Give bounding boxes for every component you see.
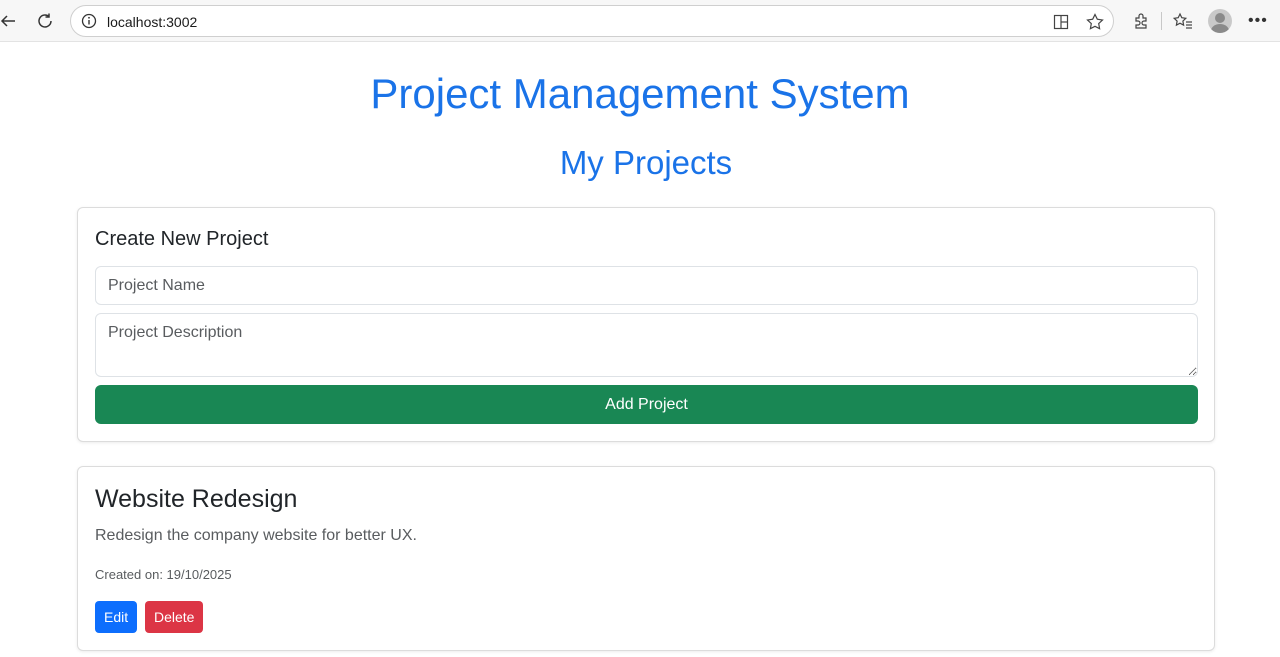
- address-url[interactable]: localhost:3002: [107, 14, 197, 30]
- address-bar[interactable]: localhost:3002: [70, 5, 1114, 37]
- project-card: Website Redesign Redesign the company we…: [77, 466, 1215, 651]
- project-description-input[interactable]: [95, 313, 1198, 377]
- toolbar-divider: [1161, 12, 1162, 30]
- create-project-heading: Create New Project: [95, 228, 269, 250]
- project-created-date: Created on: 19/10/2025: [95, 567, 232, 582]
- info-icon[interactable]: [81, 13, 97, 29]
- extensions-icon[interactable]: [1130, 10, 1152, 32]
- reload-icon[interactable]: [33, 9, 57, 33]
- favorite-icon[interactable]: [1085, 12, 1105, 32]
- create-project-card: Create New Project Add Project: [77, 207, 1215, 442]
- edit-button[interactable]: Edit: [95, 601, 138, 633]
- favorites-list-icon[interactable]: [1172, 10, 1194, 32]
- more-icon[interactable]: •••: [1248, 12, 1268, 30]
- profile-avatar[interactable]: [1208, 9, 1232, 33]
- add-project-button[interactable]: Add Project: [95, 385, 1198, 424]
- page-title: Project Management System: [370, 70, 910, 117]
- browser-toolbar: localhost:3002 •••: [0, 0, 1280, 42]
- project-name-input[interactable]: [95, 266, 1198, 305]
- delete-button[interactable]: Delete: [145, 601, 204, 633]
- back-icon[interactable]: [0, 9, 20, 33]
- split-screen-icon[interactable]: [1051, 12, 1071, 32]
- project-description: Redesign the company website for better …: [95, 527, 417, 544]
- project-name: Website Redesign: [95, 485, 298, 513]
- page-subtitle: My Projects: [559, 144, 733, 181]
